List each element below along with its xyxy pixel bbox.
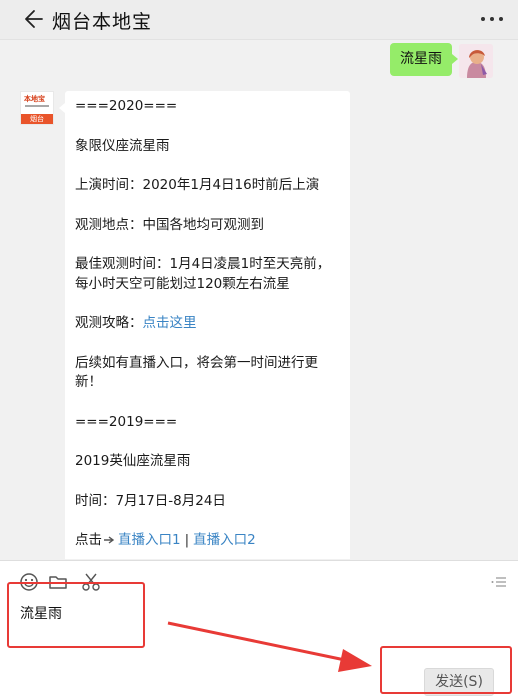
reply-message-bubble[interactable]: ===2020=== 象限仪座流星雨 上演时间：2020年1月4日16时前后上演… xyxy=(59,91,350,559)
reply-line: 上演时间：2020年1月4日16时前后上演 xyxy=(75,177,320,193)
chat-title: 烟台本地宝 xyxy=(52,11,153,33)
reply-label: 点击 xyxy=(75,532,102,548)
link-separator: | xyxy=(184,532,190,548)
live-link-2[interactable]: 直播入口2 xyxy=(193,532,256,548)
guide-link[interactable]: 点击这里 xyxy=(143,315,197,331)
logo-city-text: 烟台 xyxy=(21,114,53,124)
chat-area[interactable]: 流星雨 本地宝 烟台 ===2020=== 象限仪座流星雨 上演时间：2020年… xyxy=(0,41,518,559)
logo-top: 本地宝 xyxy=(21,92,53,114)
sent-message-bubble[interactable]: 流星雨 xyxy=(390,43,458,76)
reply-line: ===2020=== xyxy=(75,98,178,114)
emoji-icon[interactable] xyxy=(18,571,40,593)
more-dots-icon[interactable] xyxy=(478,10,506,28)
reply-line: 象限仪座流星雨 xyxy=(75,137,170,154)
reply-line: 观测攻略：点击这里 xyxy=(75,314,340,334)
reply-line: ===2019=== xyxy=(75,413,178,430)
reply-line: 观测地点：中国各地均可观测到 xyxy=(75,216,264,233)
title-bar: 烟台本地宝 xyxy=(0,0,518,40)
message-input[interactable]: 流星雨 xyxy=(20,603,62,623)
reply-line: 2019英仙座流星雨 xyxy=(75,453,191,469)
back-arrow-icon[interactable] xyxy=(20,6,46,32)
reply-line: 最佳观测时间：1月4日凌晨1时至天亮前，每小时天空可能划过120颗左右流星 xyxy=(75,256,331,292)
reply-label: 观测攻略： xyxy=(75,315,143,331)
official-account-avatar[interactable]: 本地宝 烟台 xyxy=(20,91,54,125)
hand-pointer-icon xyxy=(104,536,115,544)
logo-divider xyxy=(25,105,49,107)
folder-icon[interactable] xyxy=(47,571,69,593)
user-avatar[interactable] xyxy=(459,44,493,78)
send-button[interactable]: 发送(S) xyxy=(424,668,494,696)
logo-brand-text: 本地宝 xyxy=(24,95,45,103)
message-composer[interactable]: 流星雨 发送(S) xyxy=(0,560,518,698)
scissors-icon[interactable] xyxy=(80,571,102,593)
reply-line: 后续如有直播入口，将会第一时间进行更新！ xyxy=(75,354,318,391)
reply-line: 点击 直播入口1 | 直播入口2 xyxy=(75,531,340,551)
chat-history-icon[interactable] xyxy=(488,571,510,593)
live-link-1[interactable]: 直播入口1 xyxy=(118,532,181,548)
reply-line: 时间：7月17日-8月24日 xyxy=(75,492,226,509)
